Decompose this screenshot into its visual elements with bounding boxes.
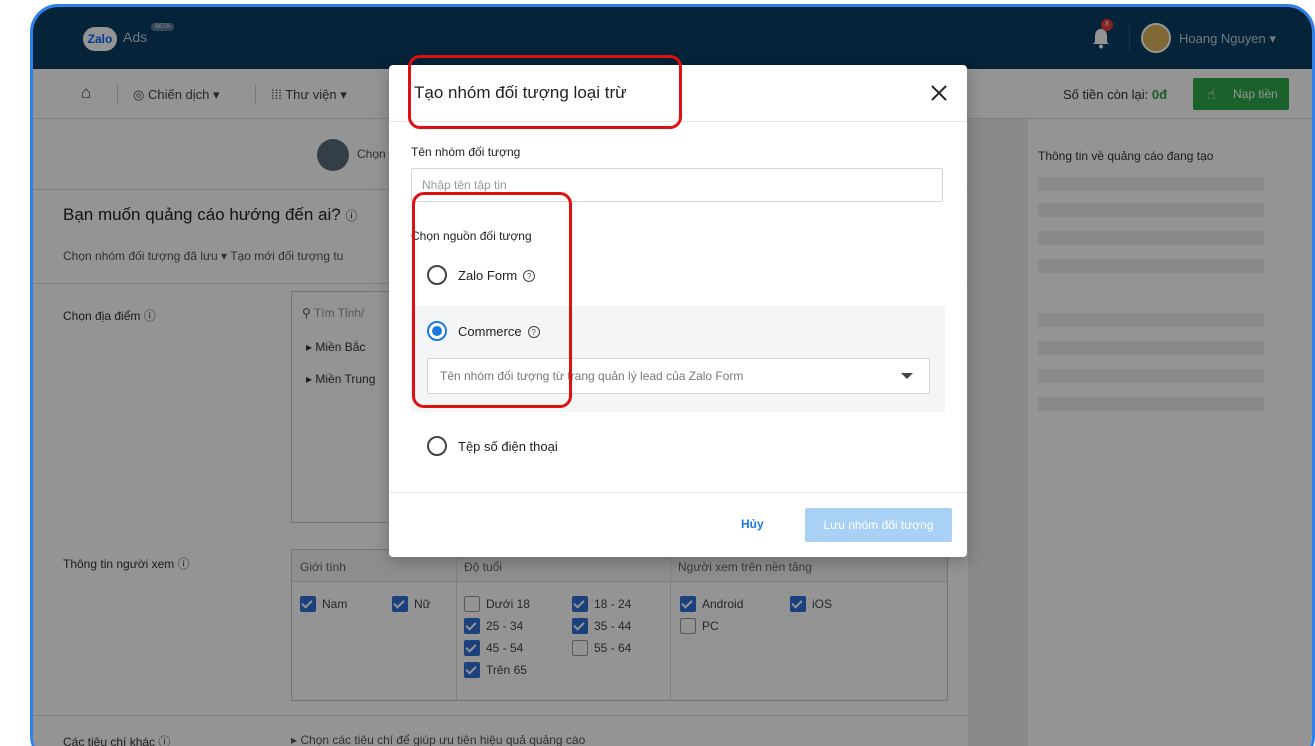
audience-name-label: Tên nhóm đối tượng (411, 145, 521, 159)
annotation-highlight-source (412, 192, 572, 408)
caret-down-icon (901, 373, 913, 379)
annotation-highlight-title (408, 55, 682, 129)
close-icon[interactable] (927, 81, 951, 105)
save-audience-button[interactable]: Lưu nhóm đối tượng (805, 508, 952, 542)
radio-button[interactable] (427, 436, 447, 456)
cancel-button[interactable]: Hủy (741, 517, 764, 531)
modal-footer-divider (389, 492, 967, 493)
source-option-label: Tệp số điện thoại (458, 439, 558, 454)
